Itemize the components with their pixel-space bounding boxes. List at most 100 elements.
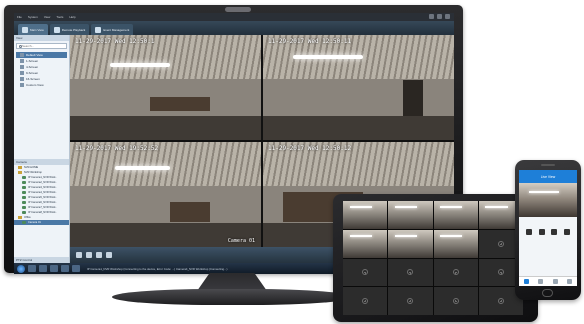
add-channel-icon bbox=[497, 298, 504, 305]
close-icon[interactable] bbox=[445, 14, 450, 19]
panel-spacer bbox=[14, 89, 69, 159]
fullscreen-icon[interactable] bbox=[106, 252, 112, 258]
tablet-empty-cell[interactable] bbox=[343, 287, 388, 315]
taskbar-app-icon[interactable] bbox=[28, 265, 36, 272]
tree-item-label: IP Camera4_NVR Work.. bbox=[28, 191, 57, 194]
add-channel-icon bbox=[452, 269, 459, 276]
camera-icon bbox=[22, 211, 26, 214]
view-item-custom[interactable]: Custom View bbox=[16, 82, 67, 88]
tablet-video-cell[interactable] bbox=[343, 229, 388, 258]
tree-item-camera[interactable]: Camera 01 bbox=[14, 220, 69, 225]
view-icon bbox=[20, 71, 24, 75]
minimize-icon[interactable] bbox=[429, 14, 434, 19]
camera-icon bbox=[22, 191, 26, 194]
status-message: IP Camera1_NVR Workshop (Connecting to t… bbox=[87, 266, 228, 271]
phone-controls bbox=[519, 217, 577, 247]
scene-wall bbox=[70, 186, 261, 223]
record-icon[interactable] bbox=[538, 229, 545, 235]
phone-device: Live View bbox=[515, 160, 581, 300]
phone-tab-bar bbox=[519, 276, 577, 286]
tree-item-label: NVR-HOME bbox=[24, 166, 39, 169]
tab-label: Remote Playback bbox=[61, 27, 86, 32]
tree-item-label: IP Camera6_NVR Work.. bbox=[28, 201, 57, 204]
menu-help[interactable]: Help bbox=[66, 15, 78, 19]
camera-icon bbox=[22, 181, 26, 184]
tablet-empty-cell[interactable] bbox=[388, 258, 433, 287]
taskbar-app-icon[interactable] bbox=[61, 265, 69, 272]
folder-icon bbox=[18, 166, 22, 169]
tablet-empty-cell[interactable] bbox=[388, 287, 433, 315]
tab-main-view[interactable]: Main View bbox=[18, 24, 48, 35]
tablet-video-cell[interactable] bbox=[433, 229, 478, 258]
view-list: Default View 1-Screen 4-Screen 9-Screen … bbox=[14, 51, 69, 89]
scene-light bbox=[115, 166, 170, 170]
tree-item-label: Camera 01 bbox=[28, 221, 41, 224]
tab-remote-playback[interactable]: Remote Playback bbox=[49, 24, 90, 35]
capture-icon[interactable] bbox=[86, 252, 92, 258]
event-icon bbox=[95, 26, 102, 33]
tree-item-label: IP Camera2_NVR Work.. bbox=[28, 181, 57, 184]
tab-event-management[interactable]: Event Management bbox=[91, 24, 134, 35]
settings-tab-icon[interactable] bbox=[567, 279, 573, 284]
view-item-label: 1-Screen bbox=[26, 59, 39, 63]
camera-icon bbox=[22, 176, 26, 179]
folder-icon bbox=[18, 216, 22, 219]
camera-icon bbox=[22, 221, 26, 224]
view-item-label: Default View bbox=[26, 53, 43, 57]
start-button[interactable] bbox=[17, 264, 25, 273]
scene-light bbox=[293, 55, 363, 59]
taskbar-app-icon[interactable] bbox=[50, 265, 58, 272]
view-icon bbox=[20, 53, 24, 57]
add-channel-icon bbox=[497, 240, 504, 247]
add-channel-icon bbox=[362, 298, 369, 305]
scene-shelf bbox=[150, 97, 210, 111]
tile-osd-timestamp: 11-29-2017 Wed 19:52:52 bbox=[75, 145, 159, 152]
video-tile[interactable]: 11-29-2017 Wed 19:52:52 Camera 01 bbox=[70, 142, 261, 247]
tree-item-label: IP Camera3_NVR Work.. bbox=[28, 186, 57, 189]
tablet-device bbox=[333, 194, 538, 322]
tree-item-label: NVR Workshop bbox=[24, 171, 42, 174]
device-tree: NVR-HOME NVR Workshop IP Camera1_NVR Wor… bbox=[14, 165, 69, 225]
scene-door bbox=[403, 80, 423, 120]
ptz-icon[interactable] bbox=[563, 229, 570, 235]
tablet-video-cell[interactable] bbox=[433, 201, 478, 229]
record-icon[interactable] bbox=[96, 252, 102, 258]
tablet-video-cell[interactable] bbox=[343, 201, 388, 229]
taskbar-app-icon[interactable] bbox=[39, 265, 47, 272]
tablet-empty-cell[interactable] bbox=[433, 287, 478, 315]
maximize-icon[interactable] bbox=[437, 14, 442, 19]
video-tile[interactable]: 11-29-2017 Wed 12:50:1 bbox=[70, 35, 261, 140]
menu-view[interactable]: View bbox=[41, 15, 53, 19]
menu-file[interactable]: File bbox=[14, 15, 25, 19]
snapshot-icon[interactable] bbox=[526, 229, 533, 235]
view-header: View bbox=[14, 35, 69, 41]
tab-label: Event Management bbox=[103, 27, 130, 32]
tablet-video-grid bbox=[343, 201, 523, 315]
tablet-video-cell[interactable] bbox=[388, 229, 433, 258]
phone-nav-bar: Live View bbox=[519, 170, 577, 183]
tile-osd-timestamp: 11-29-2017 Wed 12:50:12 bbox=[268, 145, 352, 152]
tablet-empty-cell[interactable] bbox=[343, 258, 388, 287]
phone-video-view[interactable] bbox=[519, 183, 577, 217]
search-input[interactable] bbox=[22, 44, 62, 48]
audio-icon[interactable] bbox=[551, 229, 558, 235]
view-icon bbox=[20, 77, 24, 81]
add-channel-icon bbox=[452, 298, 459, 305]
playback-tab-icon[interactable] bbox=[538, 279, 544, 284]
video-tile[interactable]: 11-29-2017 Wed 12:50:11 bbox=[263, 35, 454, 140]
live-tab-icon[interactable] bbox=[523, 279, 529, 284]
tablet-video-cell[interactable] bbox=[388, 201, 433, 229]
view-icon bbox=[20, 65, 24, 69]
window-controls bbox=[429, 14, 450, 19]
menu-tools[interactable]: Tools bbox=[53, 15, 66, 19]
stop-all-icon[interactable] bbox=[76, 252, 82, 258]
tile-osd-timestamp: 11-29-2017 Wed 12:50:11 bbox=[268, 38, 352, 45]
phone-home-button bbox=[542, 289, 553, 297]
camera-icon bbox=[22, 201, 26, 204]
taskbar-app-icon[interactable] bbox=[72, 265, 80, 272]
tablet-empty-cell[interactable] bbox=[433, 258, 478, 287]
devices-tab-icon[interactable] bbox=[552, 279, 558, 284]
scene-floor bbox=[263, 115, 454, 140]
menu-system[interactable]: System bbox=[25, 15, 41, 19]
brand-logo bbox=[225, 7, 251, 12]
